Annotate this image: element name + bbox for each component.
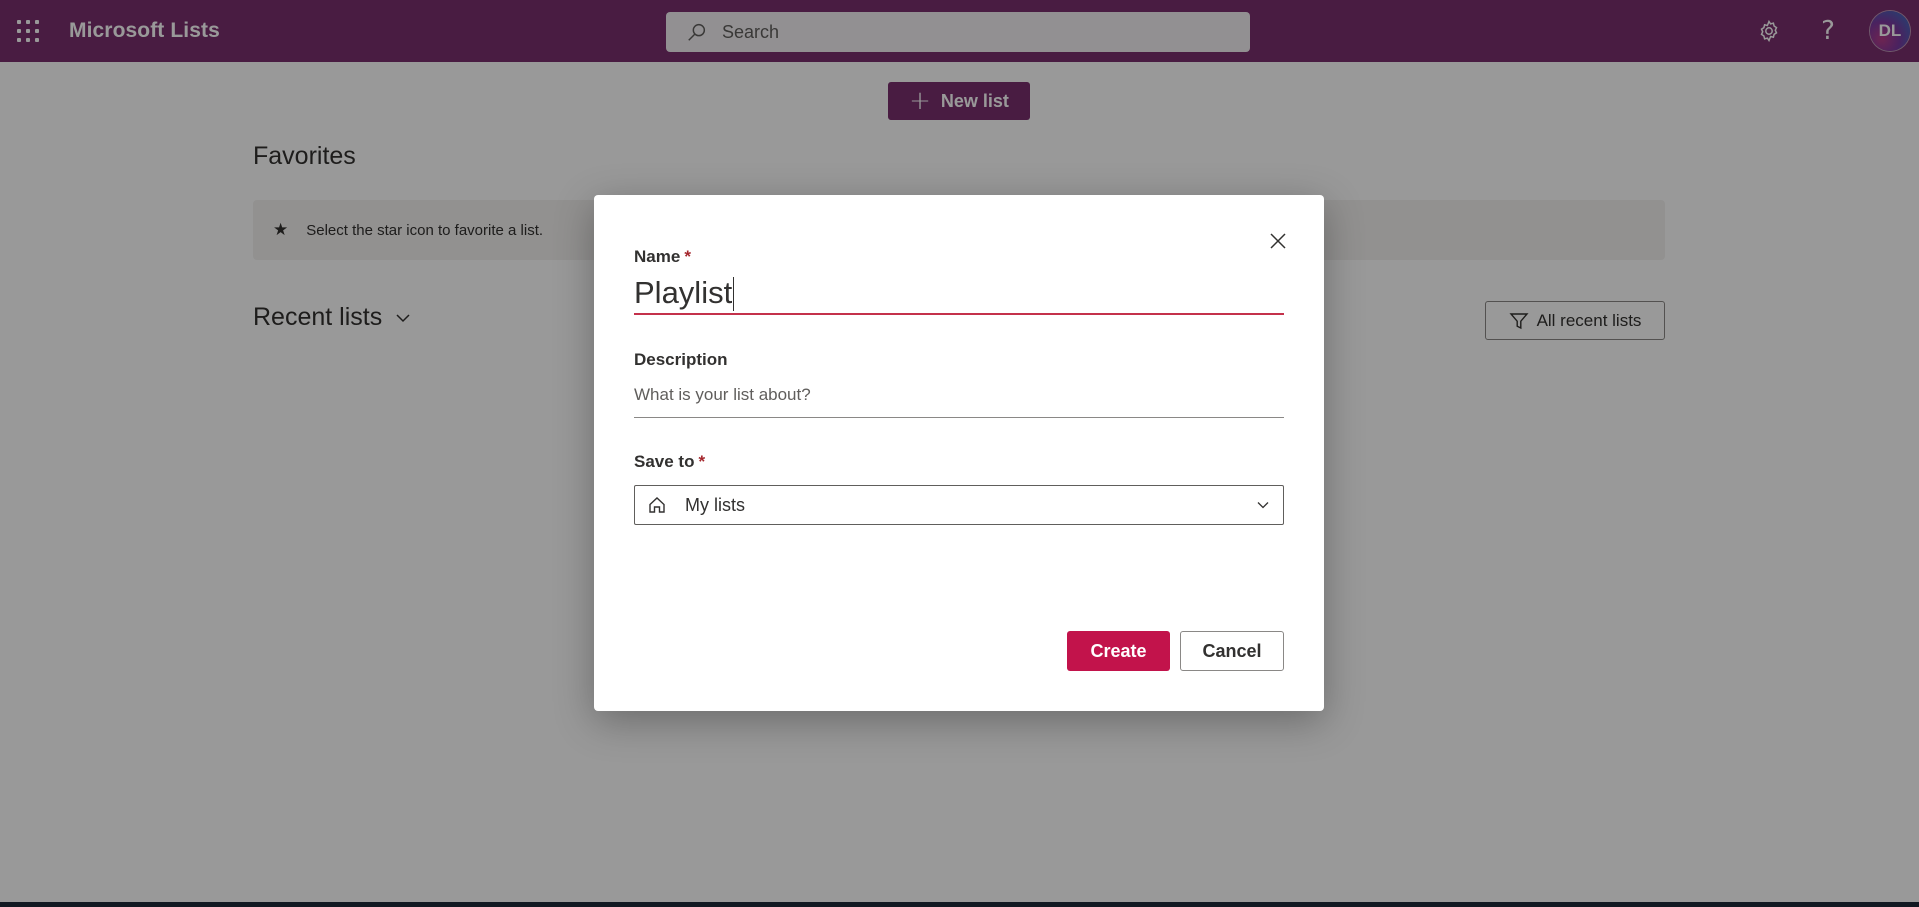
name-label: Name * (634, 247, 691, 267)
close-button[interactable] (1268, 231, 1288, 251)
new-list-dialog: Name * Playlist Description What is your … (594, 195, 1324, 711)
text-caret (733, 277, 735, 311)
create-button[interactable]: Create (1067, 631, 1170, 671)
description-label: Description (634, 350, 728, 369)
description-input[interactable]: What is your list about? (634, 385, 1284, 418)
required-marker: * (698, 452, 706, 471)
save-to-label: Save to * (634, 452, 705, 472)
description-placeholder: What is your list about? (634, 385, 811, 404)
save-to-value: My lists (685, 494, 745, 515)
name-input[interactable]: Playlist (634, 275, 1284, 315)
close-icon (1270, 233, 1286, 249)
save-to-label-text: Save to (634, 452, 695, 471)
name-label-text: Name (634, 247, 681, 266)
name-input-value: Playlist (634, 275, 733, 310)
required-marker: * (684, 247, 691, 266)
save-to-dropdown[interactable]: My lists (634, 485, 1284, 525)
cancel-button[interactable]: Cancel (1180, 631, 1284, 671)
chevron-down-icon (1257, 502, 1269, 509)
home-icon (649, 497, 665, 513)
